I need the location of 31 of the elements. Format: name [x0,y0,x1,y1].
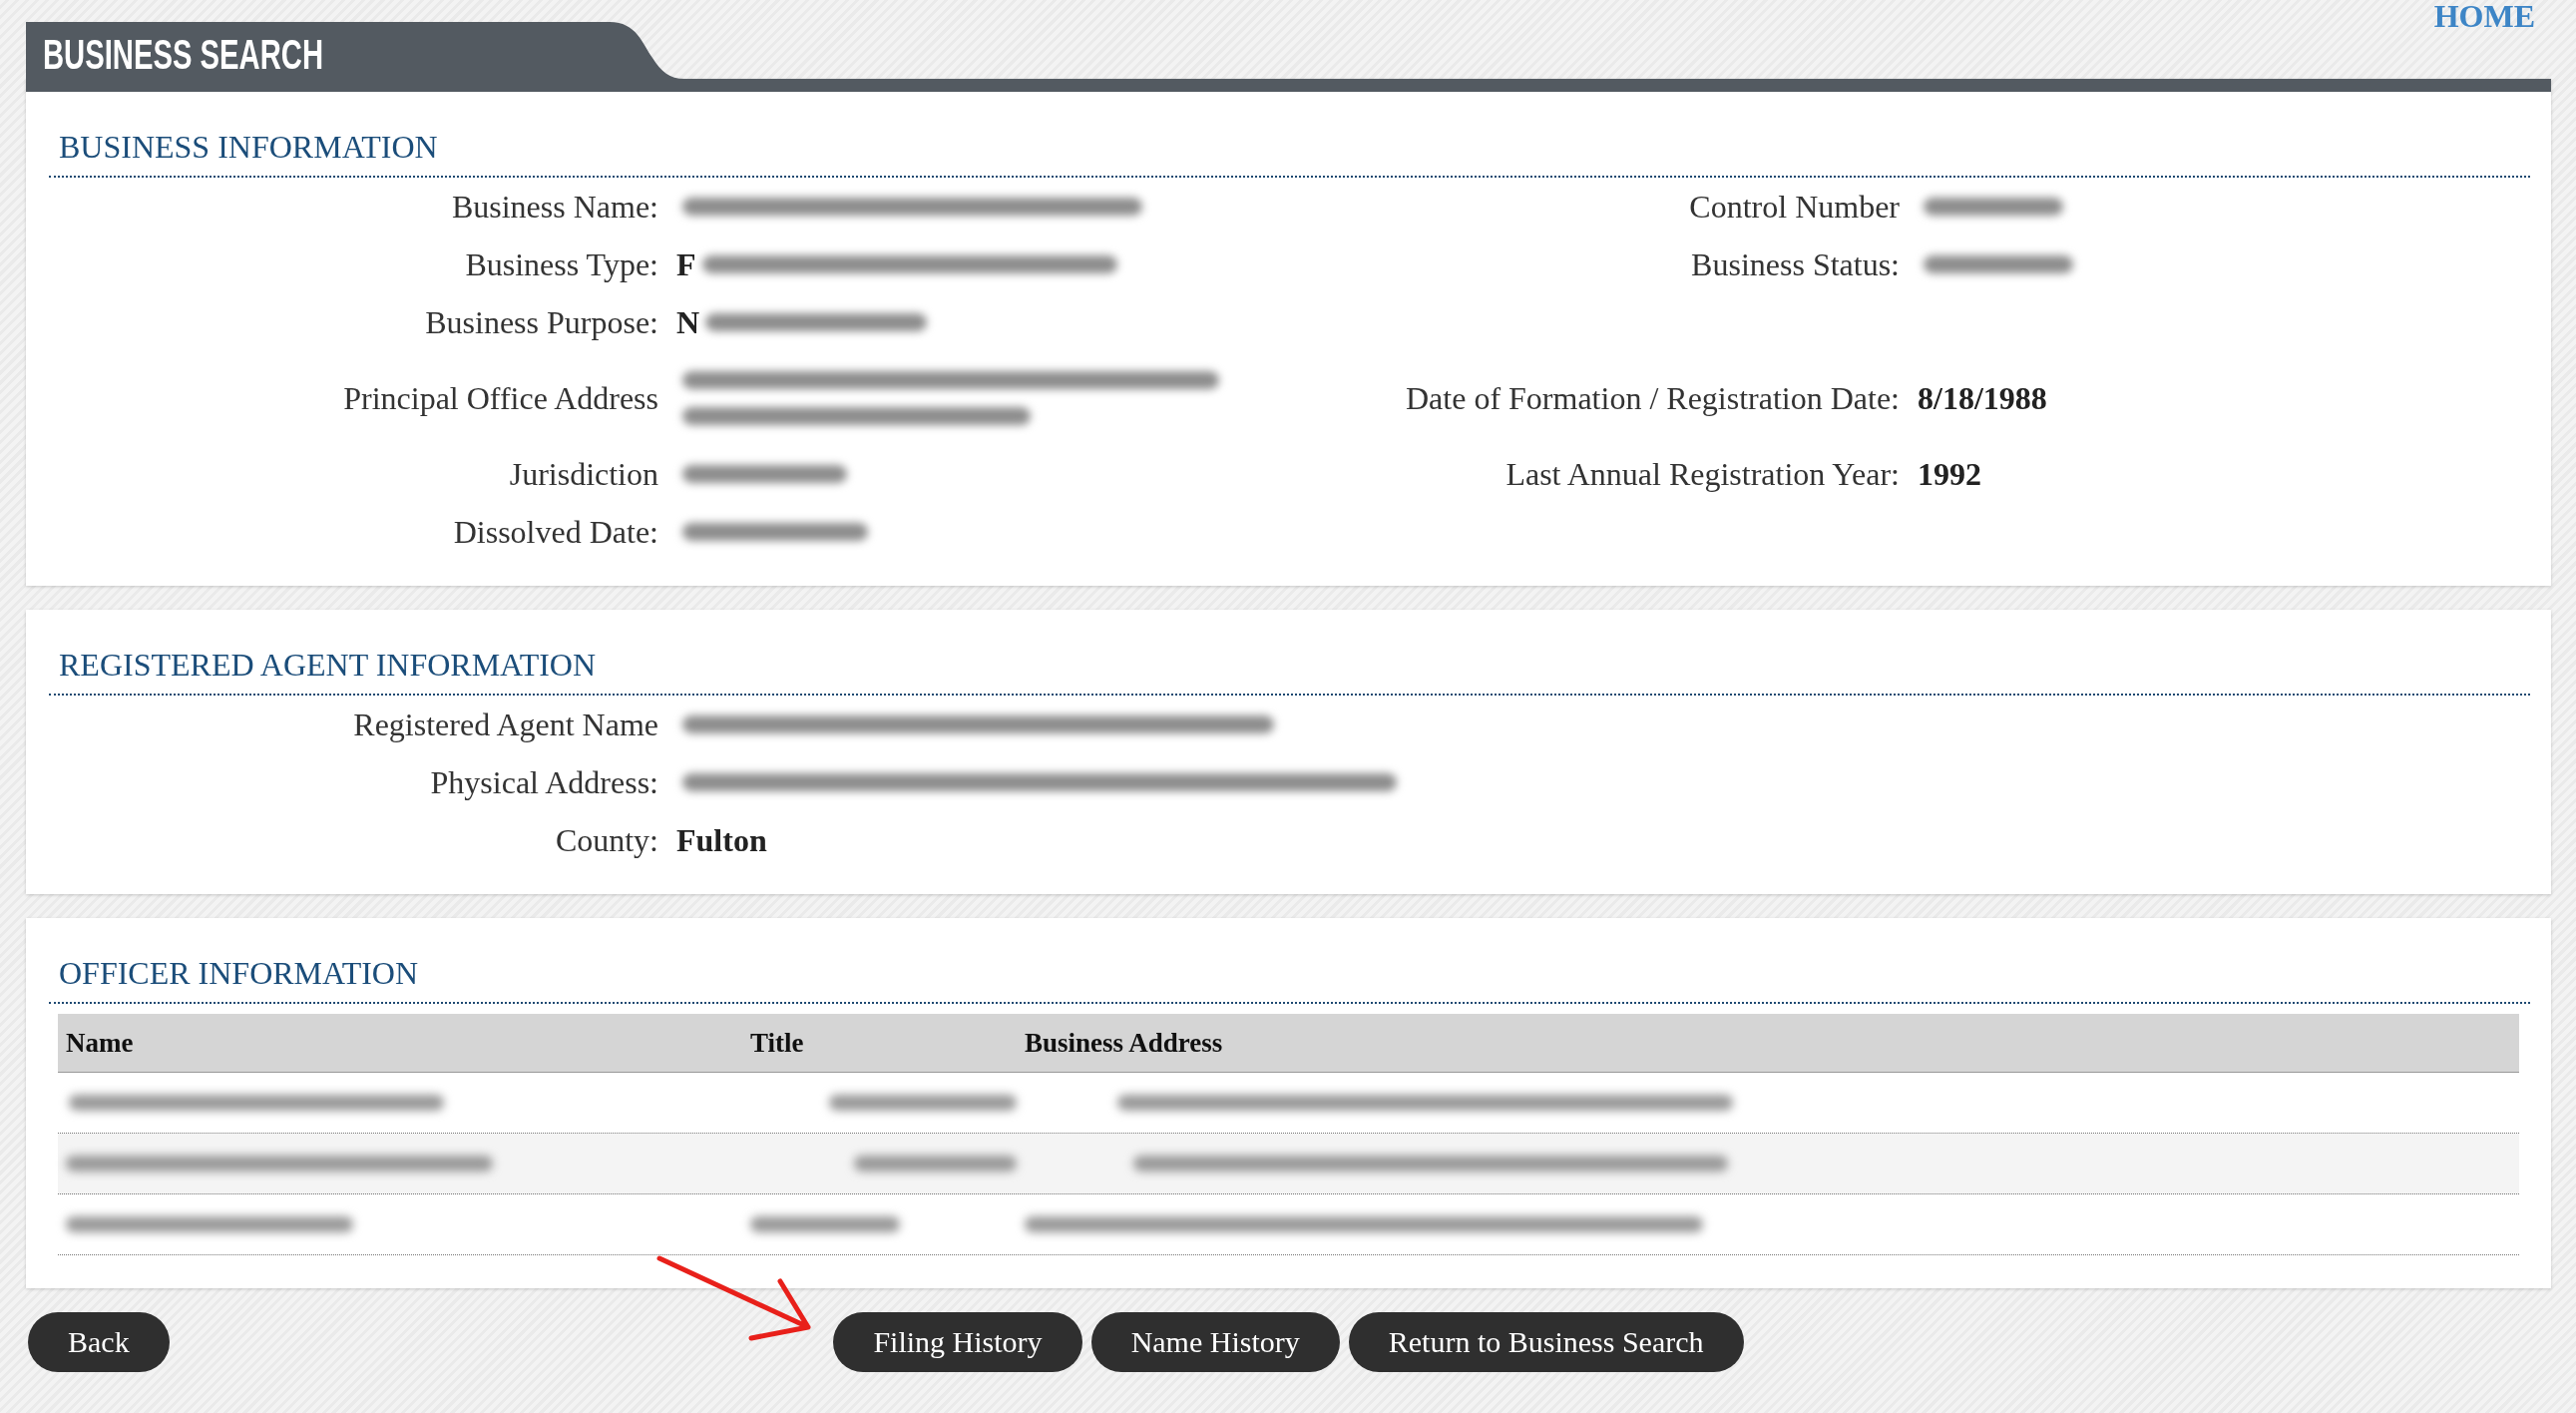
section-title: OFFICER INFORMATION [59,955,419,991]
field-label: Control Number [1689,189,1900,225]
action-button[interactable]: Filing History [833,1312,1082,1372]
redacted-value: F [676,245,1123,283]
field-label: Business Name: [451,189,658,225]
section-title: BUSINESS INFORMATION [59,129,438,165]
field-label: Date of Formation / Registration Date: [1406,380,1900,416]
section-title: REGISTERED AGENT INFORMATION [59,647,597,683]
field-value: 1992 [1918,455,1981,493]
field-label: Jurisdiction [509,456,658,492]
back-button[interactable]: Back [28,1312,170,1372]
field-label: Last Annual Registration Year: [1505,456,1900,492]
field-label: Physical Address: [430,764,658,800]
column-header: Business Address [1024,1027,1224,1060]
field-label: Principal Office Address [343,380,658,416]
arrow-icon [655,1254,811,1342]
home-link[interactable]: HOME [2433,0,2535,32]
field-label: Registered Agent Name [353,706,658,742]
field-value: Fulton [676,821,767,859]
action-button[interactable]: Name History [1090,1312,1340,1372]
field-value: 8/18/1988 [1918,379,2047,417]
field-label: Business Purpose: [425,304,658,340]
action-button[interactable]: Return to Business Search [1348,1312,1744,1372]
redacted-value: N [676,303,934,341]
field-label: Dissolved Date: [453,514,658,550]
field-label: Business Status: [1691,246,1900,282]
field-label: Business Type: [465,246,658,282]
column-header: Title [749,1027,805,1060]
column-header: Name [65,1027,135,1060]
field-label: County: [555,822,658,858]
page-title: BUSINESS SEARCH [43,33,324,76]
